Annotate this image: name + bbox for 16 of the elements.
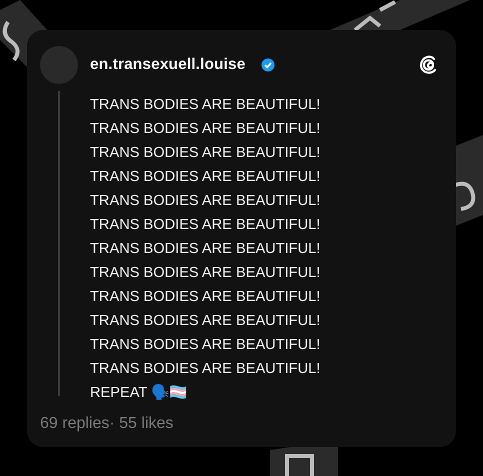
post-text-line: TRANS BODIES ARE BEAUTIFUL! [90,264,320,283]
threads-logo-icon[interactable] [419,54,439,76]
post-text-line: TRANS BODIES ARE BEAUTIFUL! [90,216,320,235]
post-text-line: TRANS BODIES ARE BEAUTIFUL! [90,168,320,187]
post-text-line: TRANS BODIES ARE BEAUTIFUL! [90,120,320,139]
post-text-line: TRANS BODIES ARE BEAUTIFUL! [90,96,320,115]
post-text-line: TRANS BODIES ARE BEAUTIFUL! [90,336,320,355]
username[interactable]: en.transexuell.louise [90,56,246,74]
post-text-line: TRANS BODIES ARE BEAUTIFUL! [90,144,320,163]
post-text-line: TRANS BODIES ARE BEAUTIFUL! [90,312,320,331]
post-text-line: TRANS BODIES ARE BEAUTIFUL! [90,192,320,211]
post-text-line: TRANS BODIES ARE BEAUTIFUL! [90,360,320,379]
post-text-line: TRANS BODIES ARE BEAUTIFUL! [90,288,320,307]
post-text-line: TRANS BODIES ARE BEAUTIFUL! [90,240,320,259]
post-stats[interactable]: 69 replies· 55 likes [40,415,443,433]
post-text-line: REPEAT 🗣🏳‍⚧ [90,383,188,403]
